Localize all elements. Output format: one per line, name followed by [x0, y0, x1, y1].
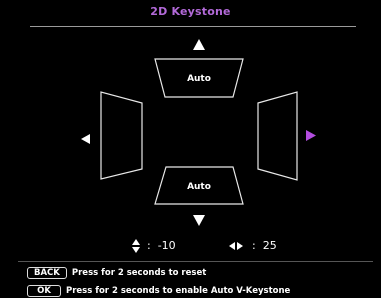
vertical-keystone-value: -10 [157, 239, 176, 252]
vertical-keystone-readout: : -10 [132, 238, 176, 254]
top-keystone-label: Auto [187, 74, 211, 84]
help-divider [18, 261, 373, 262]
left-keystone-trapezoid[interactable] [100, 91, 143, 180]
vertical-separator: : [143, 239, 155, 252]
ok-key-badge[interactable]: OK [27, 285, 61, 297]
up-down-arrows-icon [132, 239, 140, 253]
left-arrow-icon[interactable] [81, 134, 90, 144]
left-right-arrows-icon [229, 242, 243, 250]
back-help-text: Press for 2 seconds to reset [71, 268, 207, 278]
back-key-badge[interactable]: BACK [27, 267, 67, 279]
right-keystone-trapezoid[interactable] [257, 91, 298, 181]
horizontal-keystone-value: 25 [262, 239, 277, 252]
horizontal-separator: : [248, 239, 260, 252]
bottom-keystone-label: Auto [187, 182, 211, 192]
horizontal-keystone-readout: : 25 [227, 238, 277, 254]
down-arrow-icon[interactable] [193, 215, 205, 226]
top-keystone-trapezoid[interactable]: Auto [154, 58, 244, 98]
bottom-keystone-trapezoid[interactable]: Auto [154, 166, 244, 205]
help-row-ok: OK Press for 2 seconds to enable Auto V-K… [27, 285, 290, 297]
right-arrow-icon[interactable] [306, 130, 316, 141]
up-arrow-icon[interactable] [193, 39, 205, 50]
ok-help-text: Press for 2 seconds to enable Auto V-Key… [66, 286, 291, 296]
help-row-back: BACK Press for 2 seconds to reset [27, 267, 206, 279]
keystone-diagram: Auto Auto [81, 39, 316, 226]
